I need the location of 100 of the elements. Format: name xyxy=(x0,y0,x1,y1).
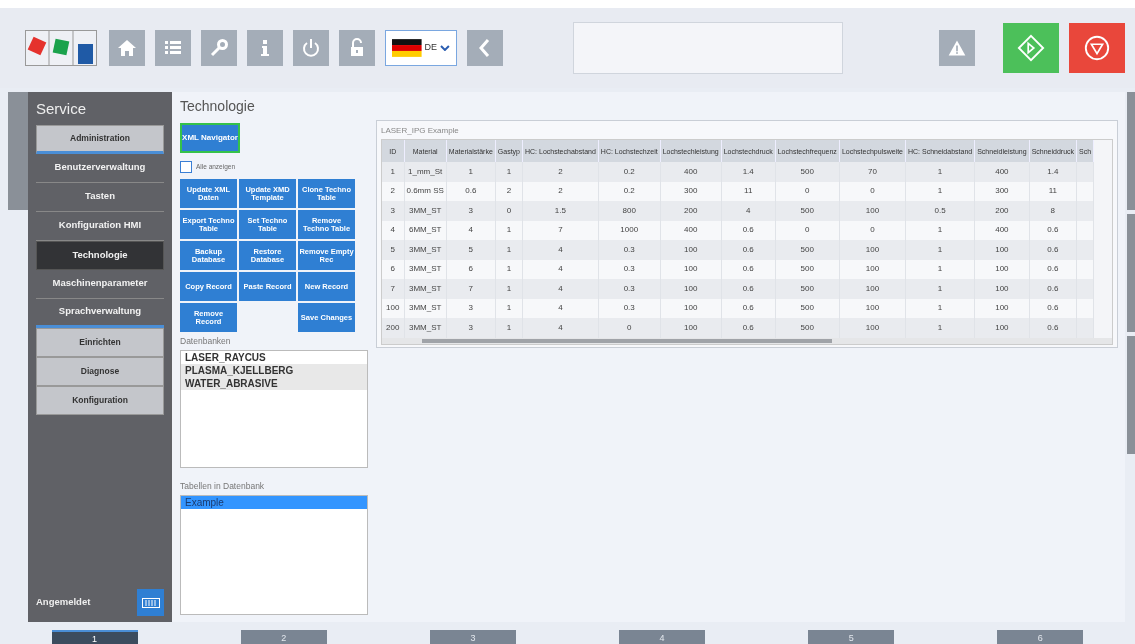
table-cell: 2 xyxy=(522,162,599,182)
table-cell: 0.6 xyxy=(721,318,776,338)
german-flag-icon xyxy=(392,39,422,57)
table-cell: 1 xyxy=(905,279,975,299)
table-cell: 500 xyxy=(775,201,840,221)
table-cell: 3 xyxy=(446,201,496,221)
keyboard-button[interactable] xyxy=(137,589,164,616)
menu-group-button[interactable]: Diagnose xyxy=(36,356,164,386)
table-cell: 1 xyxy=(495,162,523,182)
chevron-down-icon xyxy=(440,45,450,51)
table-cell: 0 xyxy=(598,318,661,338)
sidebar-title: Service xyxy=(36,99,88,119)
table-cell: 6 xyxy=(382,259,404,279)
table-cell: 1.5 xyxy=(522,201,599,221)
back-button[interactable] xyxy=(467,30,503,66)
table-cell: 4 xyxy=(721,201,776,221)
table-cell: 100 xyxy=(974,279,1030,299)
grid-title: LASER_IPG Example xyxy=(381,125,460,137)
table-cell: 1 xyxy=(905,318,975,338)
table-cell: 100 xyxy=(660,279,722,299)
unlocked-padlock-button[interactable] xyxy=(339,30,375,66)
page-tab[interactable]: 2 xyxy=(240,630,327,644)
table-cell: 3MM_ST xyxy=(404,318,447,338)
table-cell: 500 xyxy=(775,240,840,260)
table-cell: 1 xyxy=(382,162,404,182)
info-button[interactable] xyxy=(247,30,283,66)
page-tab[interactable]: 3 xyxy=(429,630,516,644)
table-cell: 100 xyxy=(660,240,722,260)
table-cell: 100 xyxy=(974,318,1030,338)
warning-icon xyxy=(947,38,967,58)
page-tab[interactable]: 5 xyxy=(808,630,895,644)
table-cell: 3 xyxy=(446,318,496,338)
menu-group-button[interactable]: Einrichten xyxy=(36,327,164,357)
menu-item[interactable]: Technologie xyxy=(36,240,164,270)
stop-button[interactable] xyxy=(1069,23,1125,73)
home-button[interactable] xyxy=(109,30,145,66)
logo-icon xyxy=(25,30,97,66)
table-cell: 500 xyxy=(775,279,840,299)
table-cell: 1 xyxy=(495,279,523,299)
table-cell: 2 xyxy=(382,181,404,201)
power-button[interactable] xyxy=(293,30,329,66)
table-cell: 1 xyxy=(905,240,975,260)
table-cell: 4 xyxy=(522,279,599,299)
table-cell: 0 xyxy=(495,201,523,221)
scrollbar-thumb[interactable] xyxy=(422,338,832,343)
warning-button[interactable] xyxy=(939,30,975,66)
table-cell: 500 xyxy=(775,318,840,338)
table-cell: 200 xyxy=(382,318,404,338)
menu-item[interactable]: Maschinenparameter xyxy=(36,269,164,299)
table-cell: 1 xyxy=(495,318,523,338)
list-item[interactable]: Example xyxy=(181,495,367,509)
table-cell: 3 xyxy=(382,201,404,221)
menu-group-button[interactable]: Administration xyxy=(36,124,164,154)
start-button[interactable] xyxy=(1003,23,1059,73)
menu-item[interactable]: Benutzerverwaltung xyxy=(36,153,164,183)
list-button[interactable] xyxy=(155,30,191,66)
table-cell: 4 xyxy=(382,220,404,240)
table-cell: 100 xyxy=(839,240,906,260)
menu-item[interactable]: Konfiguration HMI xyxy=(36,211,164,241)
diamond-start-icon xyxy=(1017,34,1045,62)
table-cell: 70 xyxy=(839,162,906,182)
table-cell: 3MM_ST xyxy=(404,201,447,221)
table-cell: 100 xyxy=(382,298,404,318)
table-cell: 8 xyxy=(1029,201,1077,221)
keyboard-icon xyxy=(141,597,160,608)
xml-navigator-button[interactable]: XML Navigator xyxy=(180,123,240,153)
table-cell: 0.6 xyxy=(1029,240,1077,260)
table-cell: 0.6 xyxy=(721,240,776,260)
table-cell: 0.6 xyxy=(721,279,776,299)
table-cell: 4 xyxy=(522,318,599,338)
table-cell: 400 xyxy=(974,162,1030,182)
table-cell: 1 xyxy=(446,162,496,182)
table-cell: 0.3 xyxy=(598,240,661,260)
logged-in-label: Angemeldet xyxy=(36,595,91,610)
table-cell: 200 xyxy=(974,201,1030,221)
table-cell: 1.4 xyxy=(1029,162,1077,182)
page-tab[interactable]: 4 xyxy=(619,630,706,644)
table-cell: 5 xyxy=(382,240,404,260)
table-cell: 3MM_ST xyxy=(404,240,447,260)
tables-label: Tabellen in Datenbank xyxy=(180,479,266,493)
table-cell: 1.4 xyxy=(721,162,776,182)
table-cell: 7 xyxy=(446,279,496,299)
table-cell: 0.6 xyxy=(1029,318,1077,338)
page-tab[interactable]: 1 xyxy=(51,630,138,644)
language-dropdown[interactable]: DE xyxy=(385,30,457,66)
table-cell: 4 xyxy=(522,240,599,260)
table-cell: 100 xyxy=(974,240,1030,260)
table-cell: 400 xyxy=(660,162,722,182)
table-cell: 100 xyxy=(839,318,906,338)
page-tab[interactable]: 6 xyxy=(997,630,1084,644)
menu-item[interactable]: Tasten xyxy=(36,182,164,212)
table-cell: 1_mm_St xyxy=(404,162,447,182)
table-cell: 100 xyxy=(839,279,906,299)
menu-group-button[interactable]: Konfiguration xyxy=(36,385,164,415)
table-cell: 0.6 xyxy=(1029,279,1077,299)
table-cell: 0.2 xyxy=(598,162,661,182)
table-cell: 100 xyxy=(660,318,722,338)
language-code: DE xyxy=(424,41,438,55)
table-cell: 5 xyxy=(446,240,496,260)
checkbox[interactable] xyxy=(180,161,192,173)
